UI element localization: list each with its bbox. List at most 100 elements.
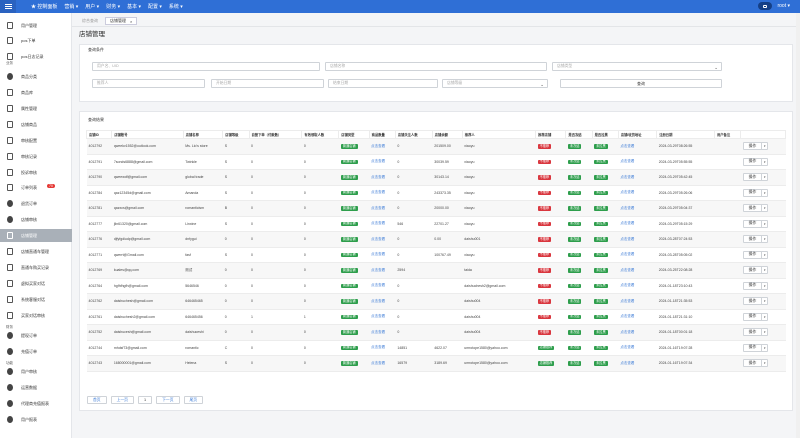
view-goods-link[interactable]: 点击查看 [371, 345, 385, 349]
start-date-input[interactable]: 开始日期 [211, 79, 324, 88]
chevron-down-icon[interactable]: ▾ [761, 359, 767, 368]
operate-button[interactable]: 操作 ▾ [742, 142, 769, 151]
chevron-down-icon[interactable]: ▾ [761, 157, 767, 166]
view-goods-link[interactable]: 点击查看 [371, 206, 385, 210]
operate-button[interactable]: 操作 ▾ [742, 235, 769, 244]
chevron-down-icon[interactable]: ▾ [761, 188, 767, 197]
view-goods-link[interactable]: 点击查看 [371, 268, 385, 272]
sidebar-item[interactable]: 审核配置 [0, 134, 72, 147]
view-address-link[interactable]: 点击查看 [620, 361, 634, 365]
sidebar-item[interactable]: 退货订单 [0, 197, 72, 210]
sidebar-item[interactable]: 店铺审核 [0, 213, 72, 226]
top-nav-item[interactable]: 营销 ▾ [64, 3, 78, 10]
sidebar-item[interactable]: 投诉审核 [0, 166, 72, 179]
operate-button[interactable]: 操作 ▾ [742, 219, 769, 228]
sidebar-item[interactable]: 商品分类 [0, 70, 72, 83]
operate-button[interactable]: 操作 ▾ [742, 188, 769, 197]
sidebar-item[interactable]: 属性管理 [0, 102, 72, 115]
chevron-down-icon[interactable]: ▾ [761, 235, 767, 244]
operate-button[interactable]: 操作 ▾ [742, 359, 769, 368]
store-level-select[interactable]: 店铺等级 ⌄ [442, 79, 548, 88]
chevron-down-icon[interactable]: ▾ [761, 328, 767, 337]
store-type-select[interactable]: 店铺类型 ⌄ [552, 62, 722, 71]
top-nav-item[interactable]: 基本 ▾ [127, 3, 141, 10]
sidebar-item[interactable]: 订单列表 70 [0, 181, 72, 194]
chevron-down-icon[interactable]: ▾ [761, 173, 767, 182]
sidebar-item[interactable]: 提现订单 [0, 329, 72, 342]
view-address-link[interactable]: 点击查看 [620, 237, 634, 241]
operate-button[interactable]: 操作 ▾ [742, 250, 769, 259]
sidebar-item[interactable]: 充值订单 [0, 345, 72, 358]
operate-button[interactable]: 操作 ▾ [742, 297, 769, 306]
query-button[interactable]: 查询 [560, 79, 722, 88]
sidebar-item[interactable]: 运营数据 [0, 381, 72, 394]
sidebar-item[interactable]: 审核记录 [0, 150, 72, 163]
view-address-link[interactable]: 点击查看 [620, 175, 634, 179]
pager-button[interactable]: 首页 [87, 396, 107, 404]
chevron-down-icon[interactable]: ▾ [761, 250, 767, 259]
store-name-input[interactable]: 店铺名称 [325, 62, 547, 71]
operate-button[interactable]: 操作 ▾ [742, 343, 769, 352]
pager-button[interactable]: 下一页 [156, 396, 180, 404]
view-address-link[interactable]: 点击查看 [620, 221, 634, 225]
view-address-link[interactable]: 点击查看 [620, 144, 634, 148]
view-goods-link[interactable]: 点击查看 [371, 221, 385, 225]
view-goods-link[interactable]: 点击查看 [371, 190, 385, 194]
operate-button[interactable]: 操作 ▾ [742, 157, 769, 166]
sidebar-item[interactable]: 买家对话审核 [0, 309, 72, 322]
view-address-link[interactable]: 点击查看 [620, 283, 634, 287]
close-icon[interactable]: × [130, 19, 132, 24]
pager-button[interactable]: 上一页 [110, 396, 134, 404]
operate-button[interactable]: 操作 ▾ [742, 328, 769, 337]
sidebar-item[interactable]: 商品库 [0, 86, 72, 99]
top-nav-item[interactable]: 用户 ▾ [85, 3, 99, 10]
view-address-link[interactable]: 点击查看 [620, 252, 634, 256]
pager-button[interactable]: 尾页 [183, 396, 204, 404]
operate-button[interactable]: 操作 ▾ [742, 312, 769, 321]
sidebar-item[interactable]: 用户管理 [0, 19, 72, 32]
referrer-input[interactable]: 推荐人 [92, 79, 205, 88]
chevron-down-icon[interactable]: ▾ [761, 343, 767, 352]
operate-button[interactable]: 操作 ▾ [742, 281, 769, 290]
sidebar-item[interactable]: 系统客服对话 [0, 293, 72, 306]
pager-button[interactable]: 1 [137, 396, 153, 404]
sidebar-item[interactable]: 代理商充值报表 [0, 397, 72, 410]
end-date-input[interactable]: 结束日期 [328, 79, 438, 88]
view-goods-link[interactable]: 点击查看 [371, 299, 385, 303]
view-goods-link[interactable]: 点击查看 [371, 314, 385, 318]
view-goods-link[interactable]: 点击查看 [371, 175, 385, 179]
view-goods-link[interactable]: 点击查看 [371, 237, 385, 241]
uid-input[interactable]: 用户名、UID [92, 62, 320, 71]
operate-button[interactable]: 操作 ▾ [742, 173, 769, 182]
view-address-link[interactable]: 点击查看 [620, 330, 634, 334]
tab-store-management[interactable]: 店铺管理 × [105, 17, 138, 25]
sidebar-item[interactable]: 用户审核 [0, 365, 72, 378]
view-address-link[interactable]: 点击查看 [620, 268, 634, 272]
chevron-down-icon[interactable]: ▾ [761, 266, 767, 275]
tab-overview[interactable]: 综合查询 [78, 17, 102, 25]
view-address-link[interactable]: 点击查看 [620, 190, 634, 194]
sidebar-item[interactable]: 直通车购买记录 [0, 261, 72, 274]
view-address-link[interactable]: 点击查看 [620, 159, 634, 163]
operate-button[interactable]: 操作 ▾ [742, 266, 769, 275]
view-address-link[interactable]: 点击查看 [620, 314, 634, 318]
sidebar-item[interactable]: 店铺商品 [0, 118, 72, 131]
sidebar-item[interactable]: 店铺管理 [0, 229, 72, 242]
chevron-down-icon[interactable]: ▾ [761, 297, 767, 306]
chevron-down-icon[interactable]: ▾ [761, 204, 767, 213]
top-nav-item[interactable]: 配置 ▾ [148, 3, 162, 10]
view-goods-link[interactable]: 点击查看 [371, 330, 385, 334]
menu-toggle-icon[interactable] [0, 0, 16, 13]
view-goods-link[interactable]: 点击查看 [371, 283, 385, 287]
sidebar-item[interactable]: 虚拟买家对话 [0, 277, 72, 290]
view-address-link[interactable]: 点击查看 [620, 345, 634, 349]
view-address-link[interactable]: 点击查看 [620, 206, 634, 210]
view-address-link[interactable]: 点击查看 [620, 299, 634, 303]
top-nav-item[interactable]: 财务 ▾ [106, 3, 120, 10]
sidebar-item[interactable]: 店铺直通车管理 [0, 245, 72, 258]
chevron-down-icon[interactable]: ▾ [761, 281, 767, 290]
chevron-down-icon[interactable]: ▾ [761, 219, 767, 228]
view-goods-link[interactable]: 点击查看 [371, 159, 385, 163]
top-nav-item[interactable]: ★ 控制面板 [31, 3, 57, 10]
view-goods-link[interactable]: 点击查看 [371, 252, 385, 256]
